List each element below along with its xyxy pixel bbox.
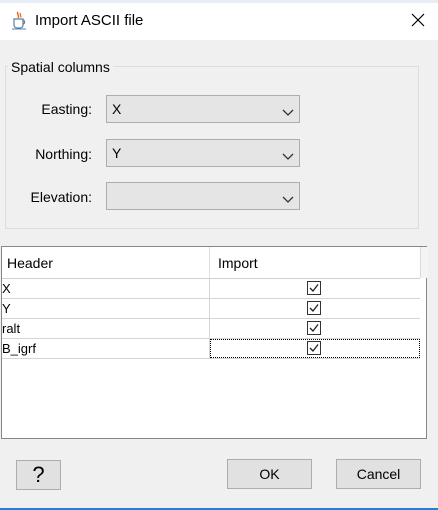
easting-select[interactable]: X: [106, 95, 300, 123]
chevron-down-icon: [282, 104, 294, 116]
ok-button[interactable]: OK: [227, 459, 312, 489]
import-cell[interactable]: [210, 279, 420, 298]
checkmark-icon: [309, 284, 319, 292]
group-title: Spatial columns: [8, 59, 113, 75]
dialog-content: Spatial columns Easting: X Northing: Y E…: [0, 40, 438, 510]
close-icon: [411, 11, 425, 31]
columns-table: Header Import X Y ralt B_igrf: [1, 246, 428, 439]
table-header: Header Import: [2, 247, 420, 279]
table-row[interactable]: Y: [2, 299, 420, 319]
northing-select[interactable]: Y: [106, 139, 300, 167]
import-checkbox[interactable]: [307, 281, 321, 295]
row-name: X: [2, 279, 210, 298]
close-button[interactable]: [402, 6, 434, 36]
easting-value: X: [112, 101, 122, 117]
import-checkbox[interactable]: [307, 321, 321, 335]
elevation-label: Elevation:: [30, 189, 92, 205]
row-name: Y: [2, 299, 210, 318]
import-cell[interactable]: [210, 299, 420, 318]
elevation-select[interactable]: [106, 182, 300, 210]
table-row[interactable]: B_igrf: [2, 339, 420, 359]
import-checkbox[interactable]: [307, 301, 321, 315]
import-cell[interactable]: [210, 339, 420, 358]
import-cell[interactable]: [210, 319, 420, 338]
row-name: ralt: [2, 319, 210, 338]
chevron-down-icon: [282, 148, 294, 160]
row-name: B_igrf: [2, 339, 210, 358]
import-column-header[interactable]: Import: [210, 247, 420, 278]
northing-value: Y: [112, 145, 122, 161]
table-row[interactable]: X: [2, 279, 420, 299]
java-cup-icon: [10, 10, 28, 30]
cancel-button[interactable]: Cancel: [336, 459, 421, 489]
header-filler: [420, 247, 428, 278]
title-bar[interactable]: Import ASCII file: [0, 3, 438, 39]
chevron-down-icon: [282, 191, 294, 203]
easting-label: Easting:: [41, 101, 92, 117]
help-button[interactable]: ?: [16, 460, 61, 490]
header-column-header[interactable]: Header: [2, 247, 210, 278]
table-row[interactable]: ralt: [2, 319, 420, 339]
checkmark-icon: [309, 324, 319, 332]
import-checkbox[interactable]: [307, 341, 321, 355]
northing-label: Northing:: [35, 146, 92, 162]
checkmark-icon: [309, 344, 319, 352]
window-title: Import ASCII file: [35, 12, 144, 29]
checkmark-icon: [309, 304, 319, 312]
